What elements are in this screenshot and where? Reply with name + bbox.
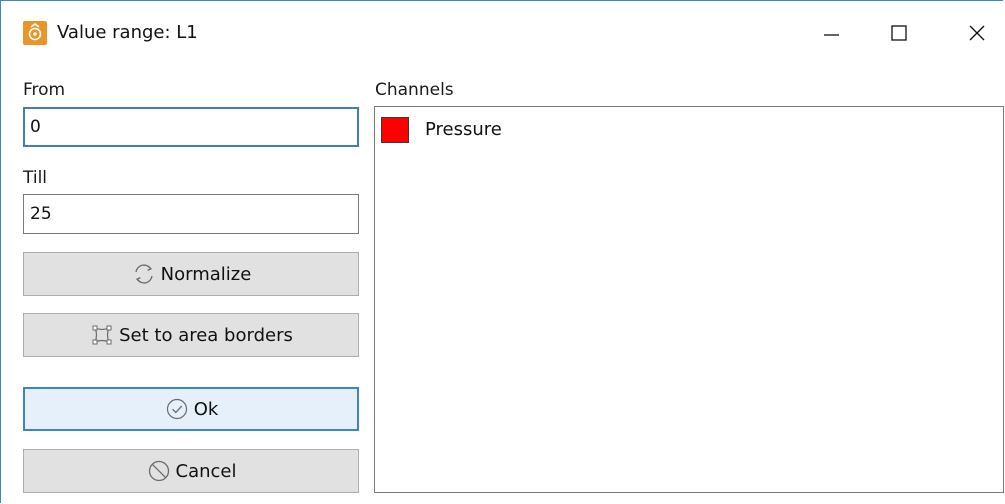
app-logo-icon [23, 21, 47, 45]
close-button[interactable] [948, 11, 1004, 55]
channel-item-pressure[interactable]: Pressure [381, 115, 781, 145]
close-icon [969, 25, 985, 41]
from-label: From [23, 80, 66, 100]
cancel-button[interactable]: Cancel [23, 449, 359, 493]
window-title: Value range: L1 [57, 22, 198, 43]
normalize-button[interactable]: Normalize [23, 252, 359, 296]
ok-button[interactable]: Ok [23, 387, 359, 431]
minimize-button[interactable] [803, 11, 859, 55]
channel-name: Pressure [425, 119, 502, 140]
minimize-icon [824, 34, 839, 36]
maximize-button[interactable] [871, 11, 927, 55]
area-borders-icon [89, 322, 115, 348]
value-range-dialog: Value range: L1 From 0 Till 25 Normalize… [0, 0, 1004, 503]
check-circle-icon [164, 396, 190, 422]
from-input[interactable]: 0 [23, 107, 359, 147]
refresh-icon [131, 261, 157, 287]
till-label: Till [23, 168, 48, 188]
channels-list[interactable]: Pressure [374, 106, 1004, 493]
set-to-area-borders-button[interactable]: Set to area borders [23, 313, 359, 357]
channels-label: Channels [375, 80, 454, 100]
normalize-label: Normalize [160, 263, 252, 285]
set-to-area-borders-label: Set to area borders [119, 324, 293, 346]
cancel-label: Cancel [175, 460, 237, 482]
till-input[interactable]: 25 [23, 194, 359, 234]
ok-label: Ok [193, 398, 219, 420]
prohibited-icon [146, 458, 172, 484]
channel-color-swatch [381, 117, 409, 143]
title-bar[interactable]: Value range: L1 [1, 1, 1004, 65]
maximize-icon [891, 25, 907, 41]
